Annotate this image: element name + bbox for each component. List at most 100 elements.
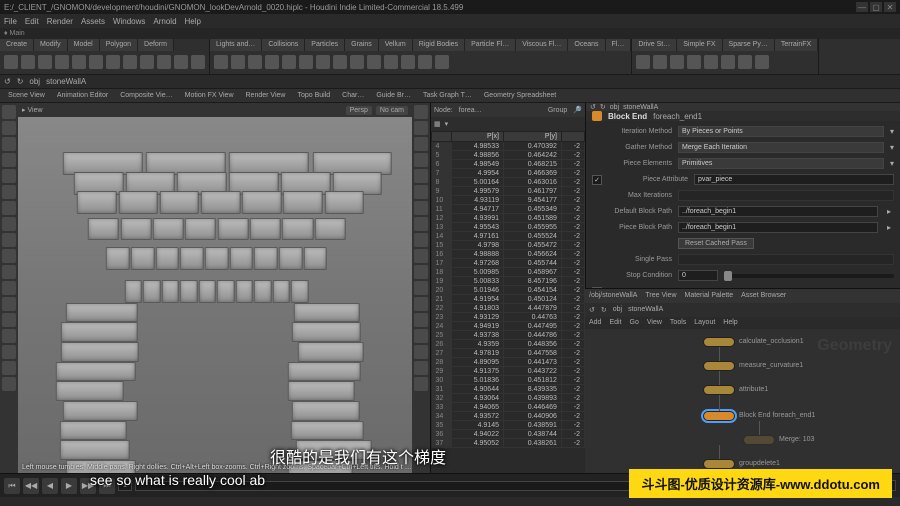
path-node[interactable]: stoneWallA — [46, 77, 86, 86]
node-name[interactable]: foreach_end1 — [653, 112, 702, 121]
shelf-tool-icon[interactable] — [123, 55, 137, 69]
shelf-tool-icon[interactable] — [72, 55, 86, 69]
viewport-tool-icon[interactable] — [414, 121, 428, 135]
parm-path-obj[interactable]: obj — [610, 104, 619, 111]
shelf-tool-icon[interactable] — [4, 55, 18, 69]
toolstrip-tab[interactable]: Task Graph T… — [419, 92, 476, 99]
shelf-tool-icon[interactable] — [265, 55, 279, 69]
shelf-tool-icon[interactable] — [670, 55, 684, 69]
shelf-tool-icon[interactable] — [401, 55, 415, 69]
table-row[interactable]: 164.988880.456624-2 — [432, 250, 585, 259]
table-row[interactable]: 294.913750.443722-2 — [432, 367, 585, 376]
network-canvas[interactable]: Geometry calculate_occlusion1measure_cur… — [585, 329, 900, 474]
viewport-tool-icon[interactable] — [2, 169, 16, 183]
shelf-tab[interactable]: Drive St… — [632, 39, 677, 51]
viewport-tool-icon[interactable] — [2, 249, 16, 263]
net-path-node[interactable]: stoneWallA — [628, 306, 663, 313]
close-button[interactable]: ✕ — [884, 2, 896, 12]
viewport-tool-icon[interactable] — [414, 313, 428, 327]
viewport-tool-icon[interactable] — [2, 345, 16, 359]
shelf-tool-icon[interactable] — [721, 55, 735, 69]
shelf-tool-icon[interactable] — [384, 55, 398, 69]
shelf-tab[interactable]: Vellum — [379, 39, 413, 51]
network-node[interactable]: measure_curvature1 — [703, 361, 803, 371]
shelf-tool-icon[interactable] — [282, 55, 296, 69]
checkbox[interactable]: ✓ — [592, 175, 602, 185]
shelf-tab[interactable]: Particles — [305, 39, 345, 51]
viewport-tool-icon[interactable] — [2, 313, 16, 327]
slider[interactable] — [724, 274, 894, 278]
net-path-obj[interactable]: obj — [613, 306, 622, 313]
viewport-tool-icon[interactable] — [414, 153, 428, 167]
path-obj[interactable]: obj — [29, 77, 40, 86]
viewport-tool-icon[interactable] — [414, 169, 428, 183]
network-node[interactable]: attribute1 — [703, 385, 768, 395]
viewport-tool-icon[interactable] — [2, 233, 16, 247]
viewport-tool-icon[interactable] — [414, 297, 428, 311]
viewport-tool-icon[interactable] — [2, 377, 16, 391]
shelf-tool-icon[interactable] — [653, 55, 667, 69]
toolstrip-tab[interactable]: Topo Build — [293, 92, 334, 99]
table-row[interactable]: 114.947170.455349-2 — [432, 205, 585, 214]
net-menu-item[interactable]: Edit — [609, 319, 621, 326]
shelf-tool-icon[interactable] — [350, 55, 364, 69]
shelf-tool-icon[interactable] — [191, 55, 205, 69]
viewport-tool-icon[interactable] — [414, 217, 428, 231]
table-row[interactable]: 64.985490.468215-2 — [432, 160, 585, 169]
viewport-tool-icon[interactable] — [414, 137, 428, 151]
shelf-tool-icon[interactable] — [367, 55, 381, 69]
viewport-tool-icon[interactable] — [414, 105, 428, 119]
viewport-tool-icon[interactable] — [414, 249, 428, 263]
table-row[interactable]: 254.937380.444786-2 — [432, 331, 585, 340]
shelf-tool-icon[interactable] — [174, 55, 188, 69]
tab-material[interactable]: Material Palette — [685, 292, 734, 299]
viewport-tool-icon[interactable] — [2, 329, 16, 343]
shelf-tool-icon[interactable] — [333, 55, 347, 69]
toolstrip-tab[interactable]: Guide Br… — [372, 92, 415, 99]
param-field[interactable]: Primitives — [678, 158, 884, 169]
shelf-tool-icon[interactable] — [231, 55, 245, 69]
toolstrip-tab[interactable]: Char… — [338, 92, 368, 99]
playback-button[interactable]: ◀ — [42, 478, 58, 494]
toolstrip-tab[interactable]: Motion FX View — [181, 92, 238, 99]
shelf-tab[interactable]: TerrainFX — [775, 39, 818, 51]
shelf-tab[interactable]: Simple FX — [677, 39, 722, 51]
3d-viewport[interactable]: Left mouse tumbles. Middle pans. Right d… — [18, 117, 412, 473]
viewport-tool-icon[interactable] — [414, 201, 428, 215]
viewport-tool-icon[interactable] — [2, 297, 16, 311]
shelf-tab[interactable]: Fl… — [606, 39, 632, 51]
table-row[interactable]: 214.919540.450124-2 — [432, 295, 585, 304]
maximize-button[interactable]: ▢ — [870, 2, 882, 12]
table-row[interactable]: 354.91450.438591-2 — [432, 421, 585, 430]
viewport-tool-icon[interactable] — [414, 233, 428, 247]
menu-arnold[interactable]: Arnold — [153, 17, 176, 26]
minimize-button[interactable]: — — [856, 2, 868, 12]
shelf-tab[interactable]: Collisions — [262, 39, 305, 51]
shelf-tool-icon[interactable] — [140, 55, 154, 69]
table-row[interactable]: 284.890950.441473-2 — [432, 358, 585, 367]
shelf-tool-icon[interactable] — [106, 55, 120, 69]
shelf-tab[interactable]: Lights and… — [210, 39, 262, 51]
table-row[interactable]: 305.018360.451812-2 — [432, 376, 585, 385]
viewport-tool-icon[interactable] — [2, 185, 16, 199]
persp-button[interactable]: Persp — [346, 106, 372, 115]
viewport-tool-icon[interactable] — [414, 185, 428, 199]
shelf-tool-icon[interactable] — [704, 55, 718, 69]
shelf-tab[interactable]: Rigid Bodies — [413, 39, 465, 51]
table-row[interactable]: 154.97980.455472-2 — [432, 241, 585, 250]
table-row[interactable]: 205.019460.454154-2 — [432, 286, 585, 295]
shelf-tool-icon[interactable] — [316, 55, 330, 69]
parm-path-node[interactable]: stoneWallA — [623, 104, 658, 111]
net-menu-item[interactable]: Layout — [694, 319, 715, 326]
toolstrip-tab[interactable]: Render View — [242, 92, 290, 99]
net-breadcrumb[interactable]: /obj/stoneWallA — [589, 292, 637, 299]
param-field[interactable]: ../foreach_begin1 — [678, 206, 878, 217]
playback-button[interactable]: ⏮ — [4, 478, 20, 494]
param-field[interactable]: ../foreach_begin1 — [678, 222, 878, 233]
shelf-tab[interactable]: Sparse Py… — [723, 39, 775, 51]
network-node[interactable]: groupdelete1 — [703, 459, 780, 469]
menu-file[interactable]: File — [4, 17, 17, 26]
viewport-tool-icon[interactable] — [414, 345, 428, 359]
table-row[interactable]: 44.985330.470392-2 — [432, 142, 585, 151]
shelf-tool-icon[interactable] — [55, 55, 69, 69]
